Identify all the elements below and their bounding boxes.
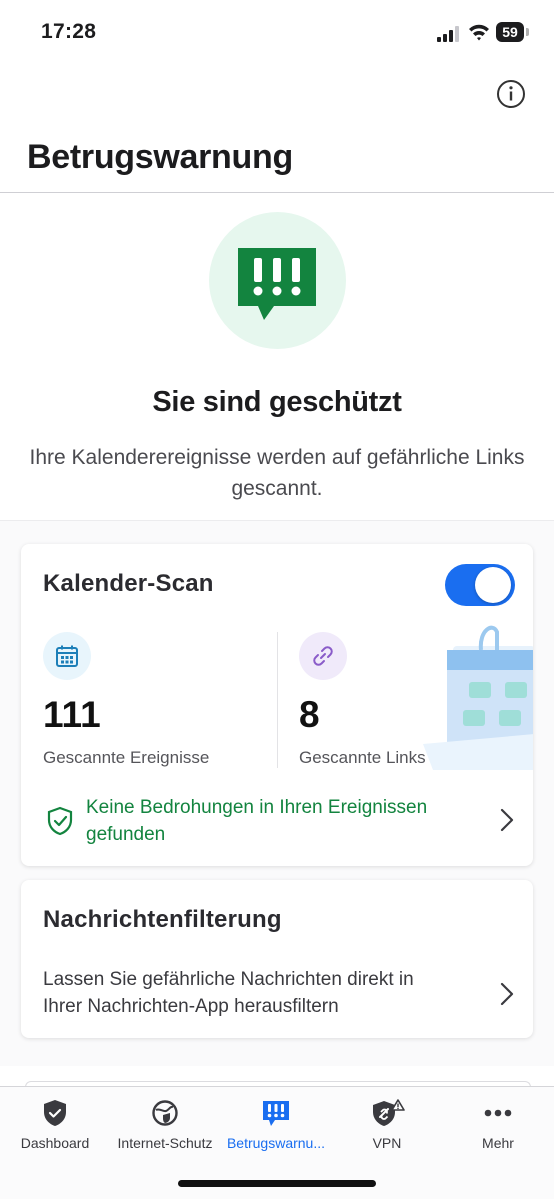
- scanned-links-label: Gescannte Links: [299, 748, 426, 767]
- calendar-scan-toggle[interactable]: [445, 564, 515, 606]
- status-bar: 17:28 59: [0, 0, 554, 66]
- page-title: Betrugswarnung: [27, 138, 293, 176]
- status-time: 17:28: [41, 20, 97, 43]
- calendar-scan-card: Kalender-Scan 111 Gescannte Ereignisse 8…: [21, 544, 533, 866]
- vpn-shield-warning-icon: [373, 1099, 405, 1126]
- message-filter-card[interactable]: Nachrichtenfilterung Lassen Sie gefährli…: [21, 880, 533, 1038]
- shield-check-icon: [44, 1100, 66, 1126]
- hero-title: Sie sind geschützt: [152, 386, 402, 418]
- tab-label: Internet-Schutz: [117, 1135, 213, 1151]
- stat-divider: [277, 632, 278, 768]
- chevron-right-icon: [500, 982, 514, 1006]
- tab-label: Mehr: [482, 1135, 514, 1151]
- chevron-right-icon: [500, 808, 514, 832]
- home-indicator: [178, 1180, 376, 1187]
- tab-mehr[interactable]: Mehr: [443, 1087, 553, 1161]
- tab-dashboard[interactable]: Dashboard: [0, 1087, 110, 1161]
- calendar-illustration: [423, 625, 533, 770]
- scanned-events-count: 111: [43, 694, 101, 735]
- tab-internet-schutz[interactable]: Internet-Schutz: [110, 1087, 220, 1161]
- message-filter-description: Lassen Sie gefährliche Nachrichten direk…: [43, 969, 414, 1017]
- alert-bubble-icon: [263, 1101, 289, 1126]
- link-icon: [313, 646, 333, 666]
- tab-betrugswarnung[interactable]: Betrugswarnu...: [221, 1087, 331, 1161]
- tab-label: VPN: [372, 1135, 402, 1151]
- message-filter-title: Nachrichtenfilterung: [43, 906, 282, 933]
- battery-level: 59: [496, 22, 524, 42]
- info-circle-icon[interactable]: [496, 79, 526, 109]
- tab-label: Dashboard: [20, 1135, 90, 1151]
- tab-label: Betrugswarnu...: [226, 1135, 326, 1151]
- header-divider: [0, 192, 554, 193]
- toggle-knob: [475, 567, 511, 603]
- shield-check-icon: [47, 806, 73, 836]
- battery-icon: 59: [496, 22, 530, 42]
- calendar-scan-title: Kalender-Scan: [43, 570, 214, 597]
- scanned-links-count: 8: [299, 694, 320, 735]
- scanned-events-label: Gescannte Ereignisse: [43, 748, 210, 767]
- tab-vpn[interactable]: VPN: [332, 1087, 442, 1161]
- hero-description: Ihre Kalenderereignisse werden auf gefäh…: [29, 446, 525, 500]
- link-icon-background: [299, 632, 347, 680]
- more-dots-icon: [484, 1109, 512, 1117]
- globe-shield-icon: [152, 1100, 178, 1126]
- cellular-signal-icon: [437, 26, 459, 42]
- wifi-icon: [469, 24, 489, 41]
- alert-speech-bubble-icon: [238, 248, 316, 320]
- calendar-icon-background: [43, 632, 91, 680]
- threat-status-text: Keine Bedrohungen in Ihren Ereignissen g…: [86, 797, 428, 845]
- threat-status-row[interactable]: Keine Bedrohungen in Ihren Ereignissen g…: [21, 784, 533, 854]
- calendar-icon: [56, 645, 78, 667]
